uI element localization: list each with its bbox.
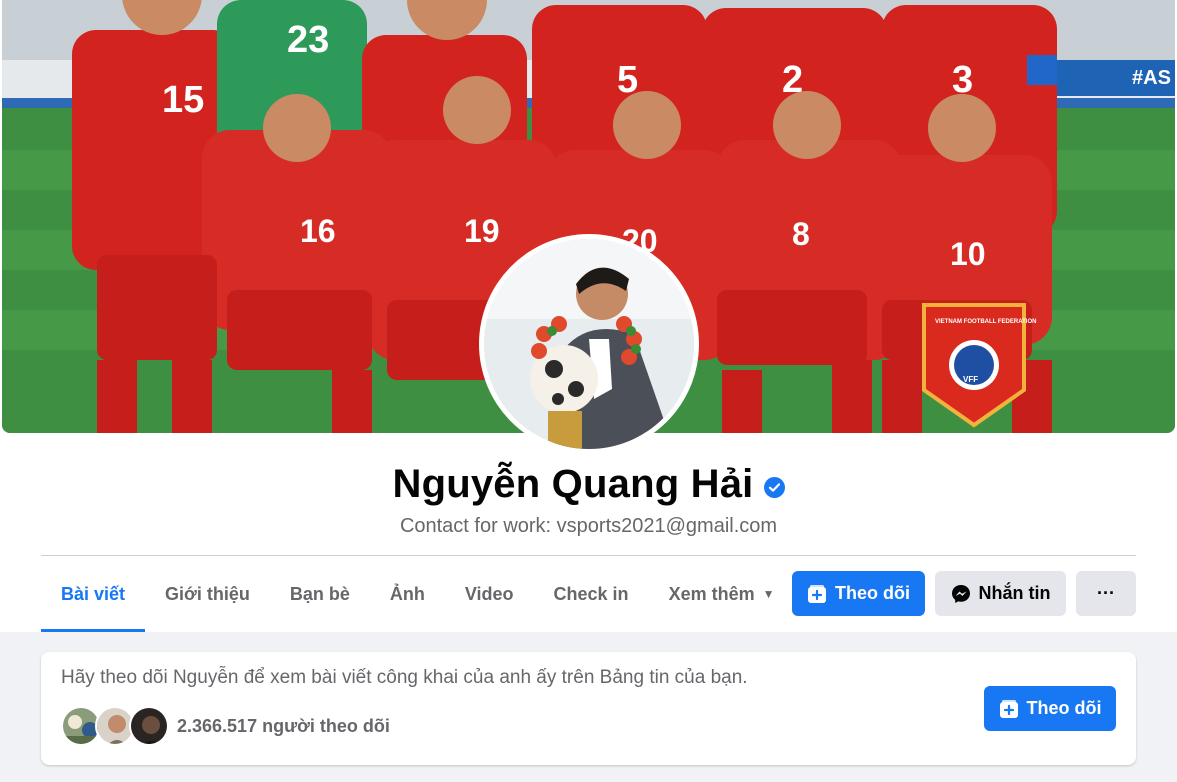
tab-photos[interactable]: Ảnh [370,556,445,632]
follower-avatar [129,706,169,746]
profile-header: #AS 15 23 5 2 3 16 19 20 8 10 VIETNAM FO… [0,0,1177,632]
jersey-number: 10 [950,236,986,272]
jersey-number: 23 [287,19,329,61]
pennant-badge: VFF [963,375,978,384]
profile-tabs: Bài viết Giới thiệu Bạn bè Ảnh Video Che… [41,556,794,632]
verified-badge-icon [763,477,785,498]
followers-count: 2.366.517 người theo dõi [177,715,390,736]
tab-label: Bài viết [61,583,126,604]
tab-label: Xem thêm [668,583,755,604]
tab-label: Ảnh [389,583,425,604]
tab-check-ins[interactable]: Check in [534,556,649,632]
jersey-number: 16 [300,213,336,249]
more-dots-icon: ··· [1097,583,1115,603]
tab-label: Giới thiệu [165,583,250,604]
followers-summary[interactable]: 2.366.517 người theo dõi [61,706,390,746]
tab-label: Video [464,583,514,604]
tab-label: Bạn bè [289,583,350,604]
messenger-icon [951,584,970,603]
profile-avatar[interactable] [479,234,699,454]
follow-plus-icon [808,584,826,603]
card-follow-label: Theo dõi [1026,698,1102,718]
caret-down-icon: ▼ [762,587,775,601]
jersey-number: 8 [792,216,810,252]
follow-button-label: Theo dõi [835,583,910,603]
card-follow-button[interactable]: Theo dõi [984,686,1116,731]
profile-bio: Contact for work: vsports2021@gmail.com [399,515,778,537]
pennant-text: VIETNAM FOOTBALL FEDERATION [935,319,1036,325]
tab-posts[interactable]: Bài viết [41,556,146,632]
follow-suggestion-card: Hãy theo dõi Nguyễn để xem bài viết công… [41,652,1136,765]
avatar-photo [484,239,694,449]
tab-videos[interactable]: Video [445,556,534,632]
page-title: Nguyễn Quang Hải [392,462,754,506]
tab-about[interactable]: Giới thiệu [145,556,270,632]
tab-more[interactable]: Xem thêm ▼ [649,556,795,632]
message-button-label: Nhắn tin [978,583,1051,603]
banner-text: #AS [1132,67,1171,89]
tab-label: Check in [553,583,629,604]
page-title-row: Nguyễn Quang Hải [0,462,1177,507]
jersey-number: 15 [162,79,204,121]
jersey-number: 19 [464,213,500,249]
message-button[interactable]: Nhắn tin [935,571,1066,616]
follow-suggestion-text: Hãy theo dõi Nguyễn để xem bài viết công… [61,667,748,688]
tab-friends[interactable]: Bạn bè [270,556,370,632]
follow-button[interactable]: Theo dõi [792,571,925,616]
follow-plus-icon [999,699,1018,718]
more-options-button[interactable]: ··· [1076,571,1136,616]
